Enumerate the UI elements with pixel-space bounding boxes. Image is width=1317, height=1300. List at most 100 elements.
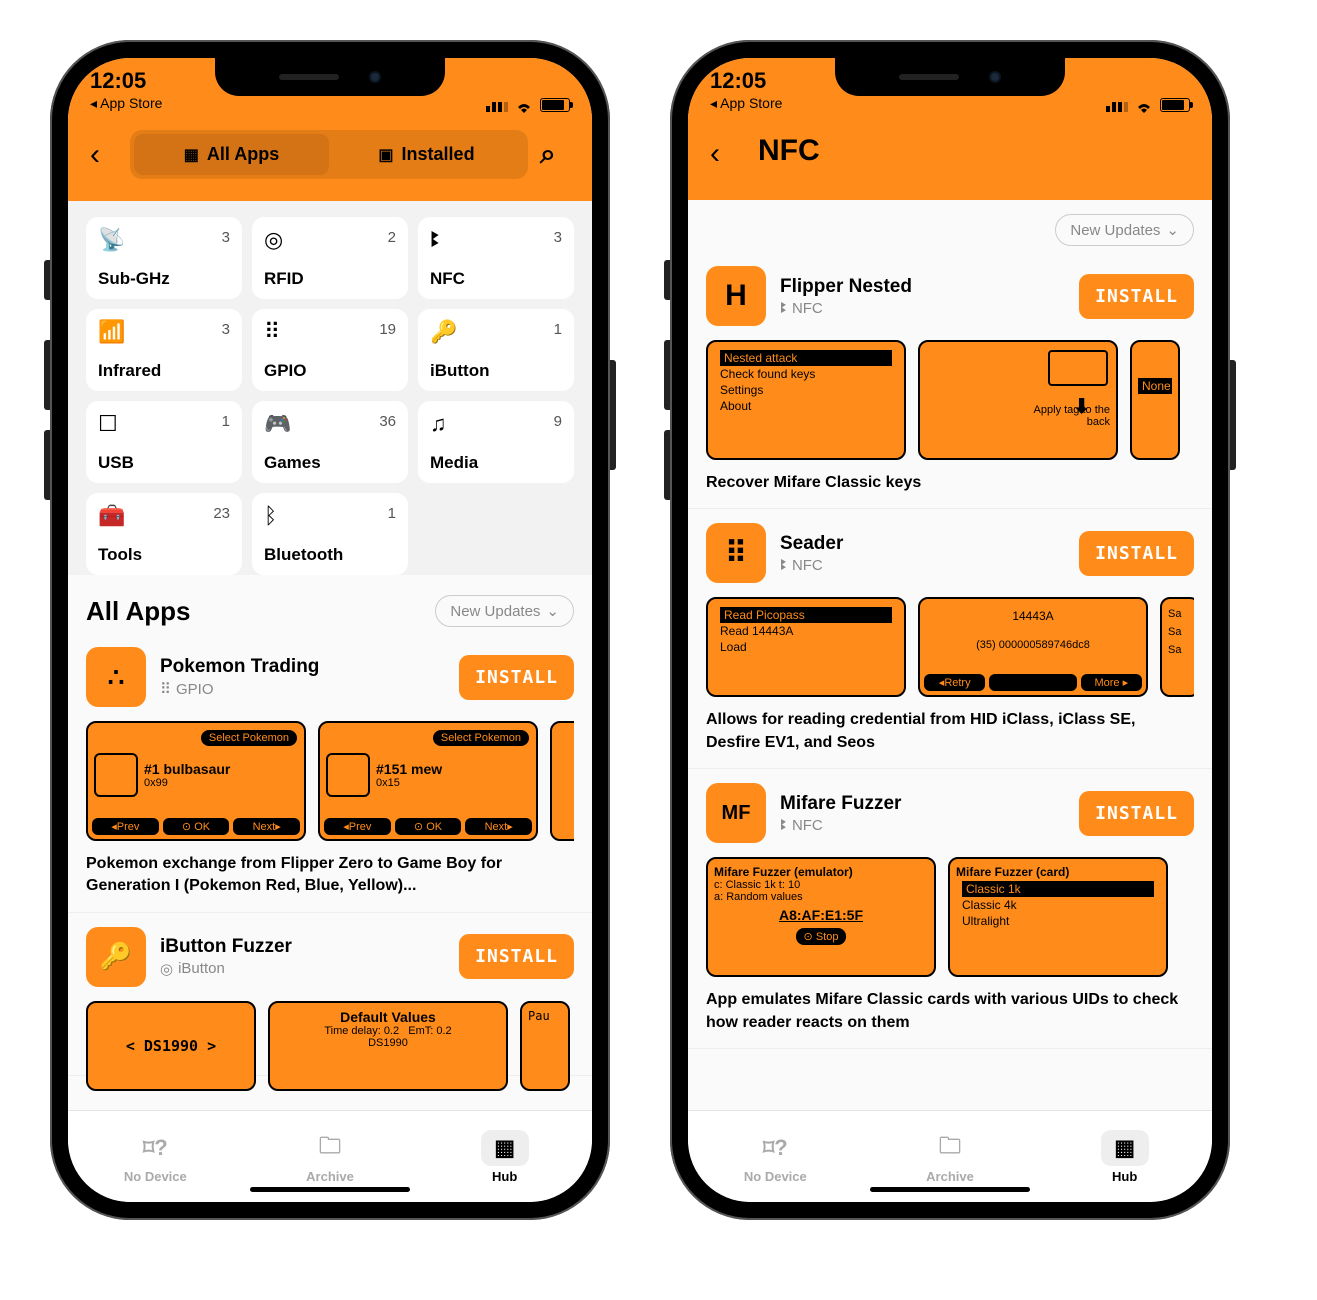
app-category: ꔪ NFC: [780, 300, 1065, 317]
tab-all-apps[interactable]: ▦ All Apps: [134, 134, 329, 175]
category-icon: ☐: [98, 413, 118, 435]
category-label: USB: [98, 453, 230, 473]
tab-nodevice[interactable]: ⌑? No Device: [68, 1111, 243, 1202]
grid-icon: ▦: [184, 145, 199, 165]
category-infrared[interactable]: 📶3Infrared: [86, 309, 242, 391]
sort-filter[interactable]: New Updates ⌄: [1055, 214, 1194, 246]
install-button[interactable]: INSTALL: [459, 934, 574, 979]
category-icon: ꔪ: [780, 817, 787, 834]
install-button[interactable]: INSTALL: [1079, 791, 1194, 836]
category-count: 3: [222, 229, 230, 246]
app-category: ꔪ NFC: [780, 557, 1065, 574]
screenshot[interactable]: Read PicopassRead 14443ALoad: [706, 597, 906, 697]
category-icon: ꔪ: [780, 557, 787, 574]
phone-mockup-right: 12:05 ◂ App Store ‹ NFC New Updates ⌄: [670, 40, 1230, 1220]
category-icon: ꔪ: [430, 229, 440, 251]
category-count: 19: [379, 321, 396, 338]
back-to-appstore[interactable]: ◂ App Store: [90, 95, 162, 112]
back-to-appstore[interactable]: ◂ App Store: [710, 95, 782, 112]
screenshot[interactable]: Select Pokemon #151 mew0x15 ◂Prev⊙ OKNex…: [318, 721, 538, 841]
screenshot[interactable]: Nested attackCheck found keysSettingsAbo…: [706, 340, 906, 460]
cellular-icon: [1106, 98, 1128, 112]
app-description: Recover Mifare Classic keys: [706, 472, 1194, 494]
category-sub-ghz[interactable]: 📡3Sub-GHz: [86, 217, 242, 299]
category-rfid[interactable]: ◎2RFID: [252, 217, 408, 299]
screenshot[interactable]: Default Values Time delay: 0.2 EmT: 0.2 …: [268, 1001, 508, 1091]
category-gpio[interactable]: ⠿19GPIO: [252, 309, 408, 391]
screenshot[interactable]: Select Pokemon #1 bulbasaur0x99 ◂Prev⊙ O…: [86, 721, 306, 841]
category-count: 1: [388, 505, 396, 522]
app-description: Allows for reading credential from HID i…: [706, 709, 1194, 754]
back-button[interactable]: ‹: [710, 137, 738, 171]
back-button[interactable]: ‹: [90, 138, 118, 172]
category-icon: ♫: [430, 413, 447, 435]
app-row: H Flipper Nested ꔪ NFC INSTALL Nested at…: [688, 252, 1212, 509]
sort-filter[interactable]: New Updates ⌄: [435, 595, 574, 627]
app-row: 🔑 iButton Fuzzer ◎ iButton INSTALL < DS1…: [68, 913, 592, 1076]
tab-label: Installed: [402, 144, 475, 165]
battery-icon: [1160, 98, 1190, 112]
app-icon: ∴: [86, 647, 146, 707]
category-usb[interactable]: ☐ 1 USB: [86, 401, 242, 483]
hub-icon: ▦: [1101, 1130, 1149, 1166]
category-games[interactable]: 🎮36Games: [252, 401, 408, 483]
app-name[interactable]: iButton Fuzzer: [160, 936, 445, 958]
category-count: 3: [222, 321, 230, 338]
folder-icon: 🗀: [926, 1130, 974, 1166]
tab-label: No Device: [744, 1169, 807, 1184]
screenshot[interactable]: SaSaSa: [1160, 597, 1194, 697]
screenshot-row[interactable]: Select Pokemon #1 bulbasaur0x99 ◂Prev⊙ O…: [86, 721, 574, 841]
category-nfc[interactable]: ꔪ3NFC: [418, 217, 574, 299]
hub-icon: ▦: [481, 1130, 529, 1166]
category-icon: ꔪ: [780, 300, 787, 317]
category-grid: 📡3Sub-GHz◎2RFIDꔪ3NFC📶3Infrared⠿19GPIO🔑1i…: [68, 201, 592, 575]
filter-label: New Updates: [1070, 222, 1160, 239]
install-button[interactable]: INSTALL: [1079, 531, 1194, 576]
install-button[interactable]: INSTALL: [459, 655, 574, 700]
category-label: Sub-GHz: [98, 269, 230, 289]
category-count: 2: [388, 229, 396, 246]
screenshot-row[interactable]: < DS1990 > Default Values Time delay: 0.…: [86, 1001, 574, 1091]
screenshot-row[interactable]: Read PicopassRead 14443ALoad 14443A (35)…: [706, 597, 1194, 697]
category-bluetooth[interactable]: ᛒ1Bluetooth: [252, 493, 408, 575]
app-row: ⠿ Seader ꔪ NFC INSTALL Read PicopassRead…: [688, 509, 1212, 769]
app-name[interactable]: Mifare Fuzzer: [780, 793, 1065, 815]
category-media[interactable]: ♫9Media: [418, 401, 574, 483]
tab-hub[interactable]: ▦ Hub: [417, 1111, 592, 1202]
category-count: 1: [554, 321, 562, 338]
app-row: MF Mifare Fuzzer ꔪ NFC INSTALL Mifare Fu…: [688, 769, 1212, 1049]
screenshot-row[interactable]: Mifare Fuzzer (emulator) c: Classic 1k t…: [706, 857, 1194, 977]
screenshot[interactable]: 14443A (35) 000000589746dc8 ◂RetryMore ▸: [918, 597, 1148, 697]
tab-bar: ⌑? No Device 🗀 Archive ▦ Hub: [688, 1110, 1212, 1202]
app-name[interactable]: Pokemon Trading: [160, 656, 445, 678]
screenshot[interactable]: Pau: [520, 1001, 570, 1091]
screenshot[interactable]: None: [1130, 340, 1180, 460]
screenshot[interactable]: [550, 721, 574, 841]
app-name[interactable]: Seader: [780, 533, 1065, 555]
screenshot[interactable]: ⬇Apply tag to the back: [918, 340, 1118, 460]
category-icon: ᛒ: [264, 505, 277, 527]
category-ibutton[interactable]: 🔑1iButton: [418, 309, 574, 391]
screenshot-row[interactable]: Nested attackCheck found keysSettingsAbo…: [706, 340, 1194, 460]
screenshot[interactable]: < DS1990 >: [86, 1001, 256, 1091]
category-tools[interactable]: 🧰23Tools: [86, 493, 242, 575]
app-icon: ⠿: [706, 523, 766, 583]
tab-nodevice[interactable]: ⌑? No Device: [688, 1111, 863, 1202]
home-indicator[interactable]: [870, 1187, 1030, 1192]
screenshot[interactable]: Mifare Fuzzer (card) Classic 1kClassic 4…: [948, 857, 1168, 977]
app-icon: 🔑: [86, 927, 146, 987]
category-icon: ◎: [264, 229, 283, 251]
tab-installed[interactable]: ▣ Installed: [329, 134, 524, 175]
category-count: 1: [222, 413, 230, 430]
category-label: Tools: [98, 545, 230, 565]
install-button[interactable]: INSTALL: [1079, 274, 1194, 319]
screenshot[interactable]: Mifare Fuzzer (emulator) c: Classic 1k t…: [706, 857, 936, 977]
app-name[interactable]: Flipper Nested: [780, 276, 1065, 298]
home-indicator[interactable]: [250, 1187, 410, 1192]
category-label: iButton: [430, 361, 562, 381]
tab-label: Hub: [492, 1169, 517, 1184]
category-icon: ⠿: [160, 680, 171, 698]
category-label: Infrared: [98, 361, 230, 381]
search-button[interactable]: ⌕: [540, 138, 570, 171]
tab-hub[interactable]: ▦ Hub: [1037, 1111, 1212, 1202]
